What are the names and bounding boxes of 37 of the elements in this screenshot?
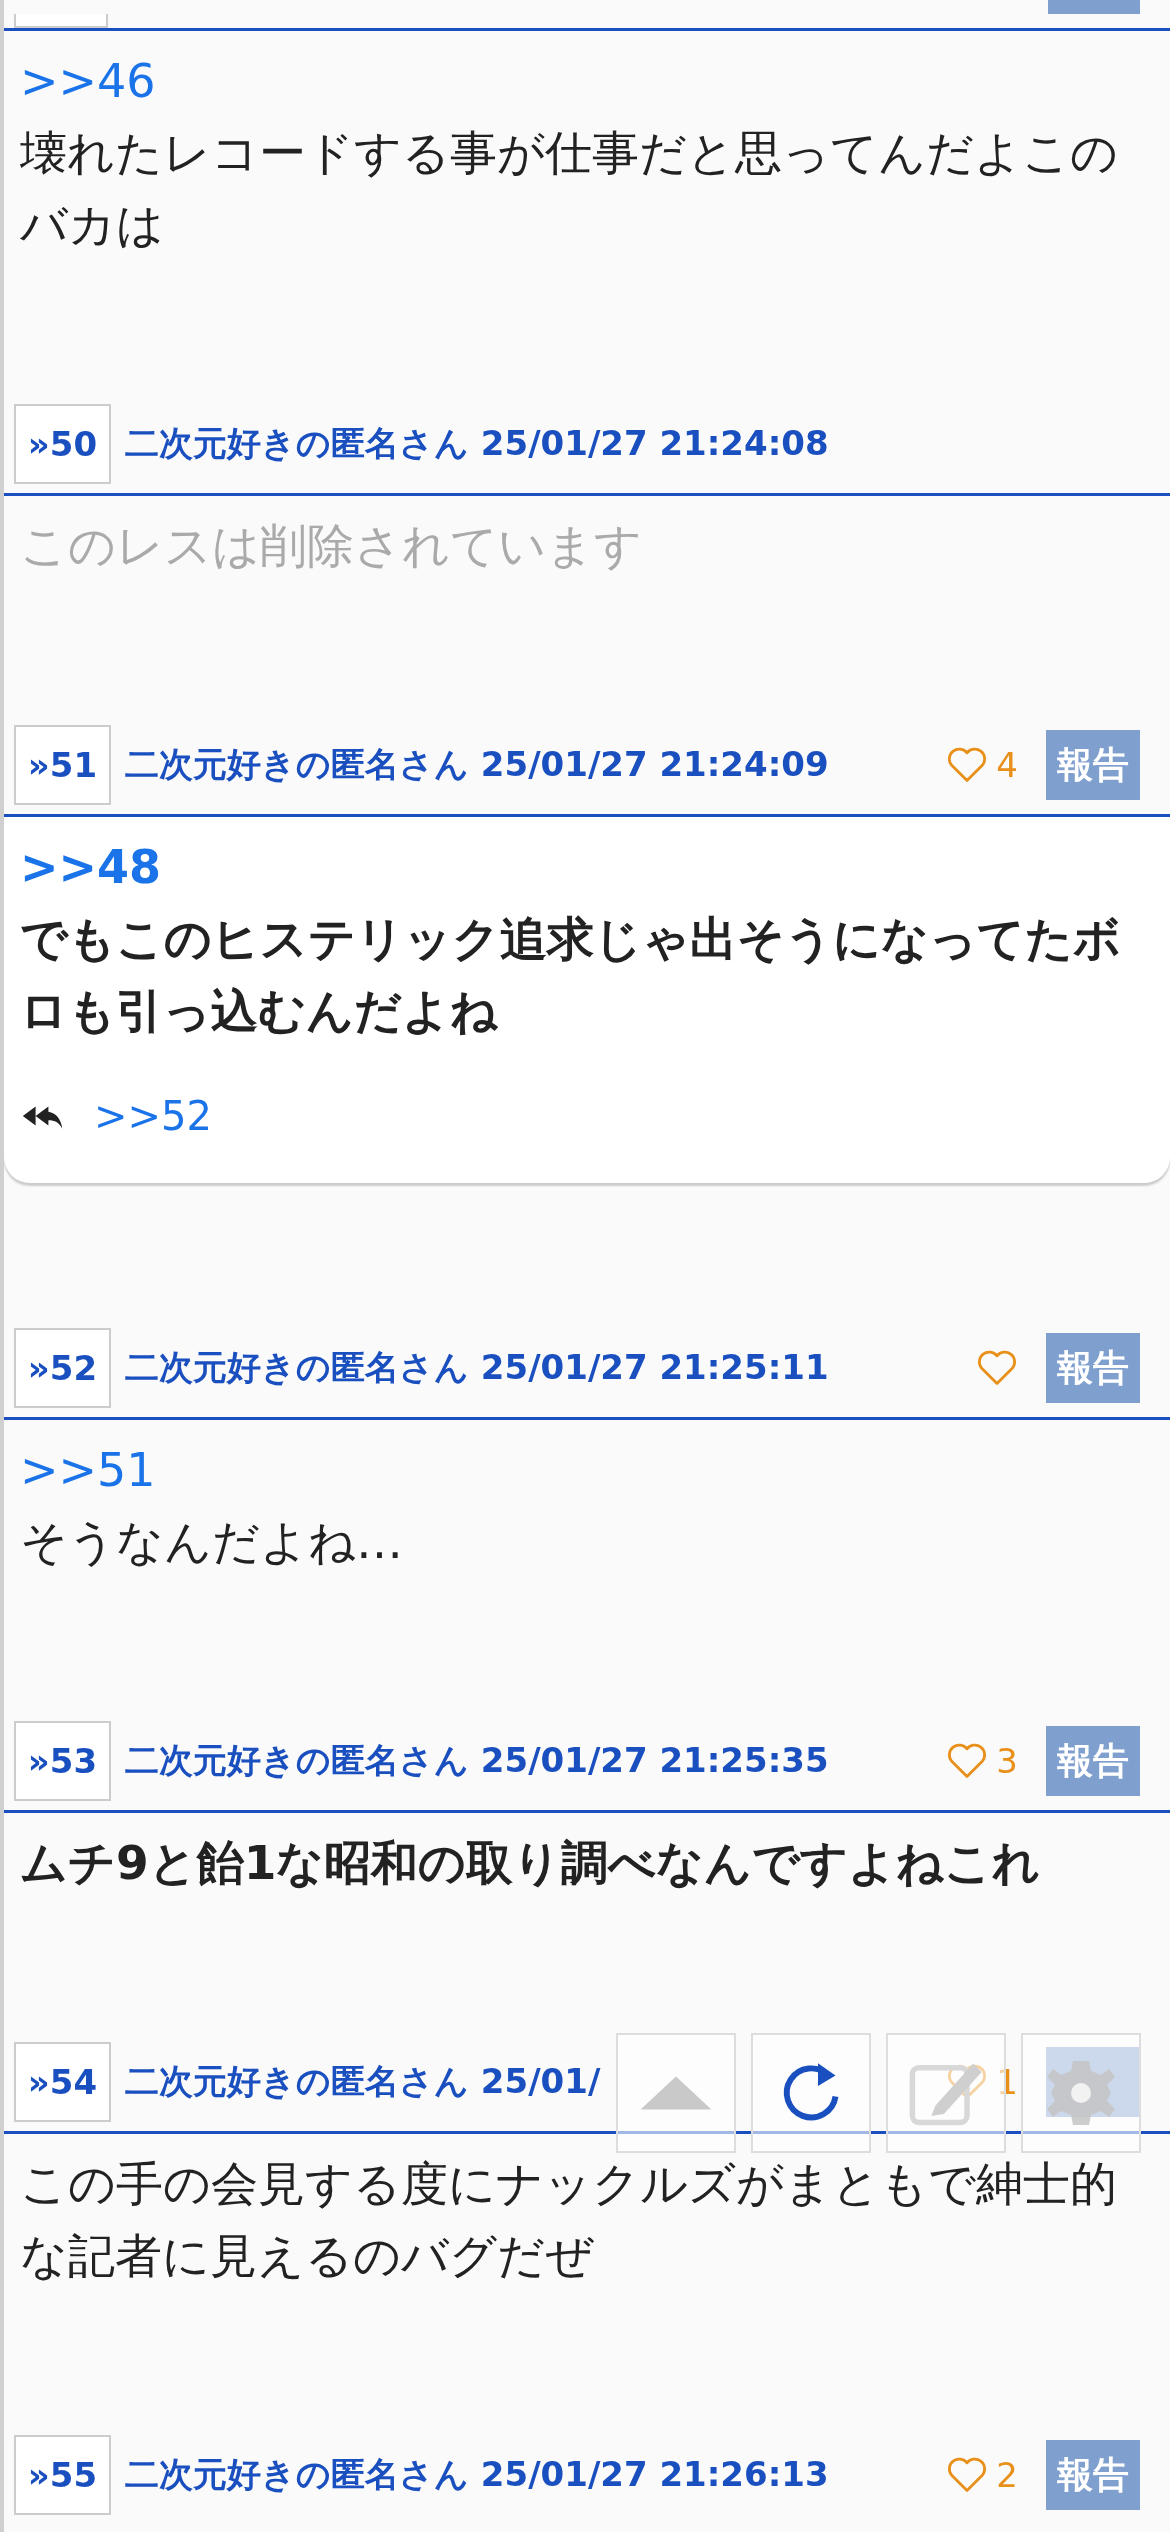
post-text: そうなんだよね… xyxy=(20,1513,404,1571)
like-count: 3 xyxy=(996,1741,1018,1781)
heart-icon[interactable] xyxy=(946,746,989,784)
report-button[interactable]: 報告 xyxy=(1046,1726,1140,1796)
heart-icon[interactable] xyxy=(946,2456,989,2494)
post-text: でもこのヒステリック追求じゃ出そうになってたボロも引っ込むんだよね xyxy=(20,910,1122,1040)
reply-anchor-link[interactable]: >>51 xyxy=(20,1434,1130,1506)
reply-link[interactable]: >>52 xyxy=(94,1093,212,1139)
post-author-date: 二次元好きの匿名さん 25/01/27 21:24:09 xyxy=(125,743,829,786)
report-button[interactable]: 報告 xyxy=(1046,730,1140,800)
post-text: このレスは削除されています xyxy=(20,517,643,575)
post-number-box[interactable] xyxy=(14,14,108,28)
like-count: 2 xyxy=(996,2455,1018,2495)
post-author-date: 二次元好きの匿名さん 25/01/27 21:24:08 xyxy=(125,422,829,465)
report-button[interactable]: 報告 xyxy=(1046,1333,1140,1403)
refresh-button[interactable] xyxy=(751,2033,871,2153)
post-number-link[interactable]: »53 xyxy=(14,1721,111,1801)
post-number-link[interactable]: »52 xyxy=(14,1328,111,1408)
report-button[interactable]: 報告 xyxy=(1046,2440,1140,2510)
post-author-date: 二次元好きの匿名さん 25/01/27 21:26:13 xyxy=(125,2453,829,2496)
post-text: 壊れたレコードする事が仕事だと思ってんだよこのバカは xyxy=(20,124,1119,254)
post-author-date: 二次元好きの匿名さん 25/01/ xyxy=(125,2060,601,2103)
scroll-top-button[interactable] xyxy=(616,2033,736,2153)
post-author-date: 二次元好きの匿名さん 25/01/27 21:25:11 xyxy=(125,1346,829,1389)
heart-icon[interactable] xyxy=(976,1349,1018,1387)
post-author-date: 二次元好きの匿名さん 25/01/27 21:25:35 xyxy=(125,1739,829,1782)
post-text: ムチ9と飴1な昭和の取り調べなんですよねこれ xyxy=(20,1834,1042,1892)
post-text: この手の会見する度にナックルズがまともで紳士的な記者に見えるのバグだぜ xyxy=(20,2155,1118,2285)
report-button[interactable] xyxy=(1048,0,1140,14)
reply-anchor-link[interactable]: >>46 xyxy=(20,45,1130,117)
post-number-link[interactable]: »50 xyxy=(14,404,111,484)
post-number-link[interactable]: »51 xyxy=(14,725,111,805)
post-number-link[interactable]: »55 xyxy=(14,2435,111,2515)
heart-icon[interactable] xyxy=(946,1742,989,1780)
like-count: 4 xyxy=(996,745,1018,785)
reply-anchor-link[interactable]: >>48 xyxy=(20,831,1130,903)
post-number-link[interactable]: »54 xyxy=(14,2042,111,2122)
